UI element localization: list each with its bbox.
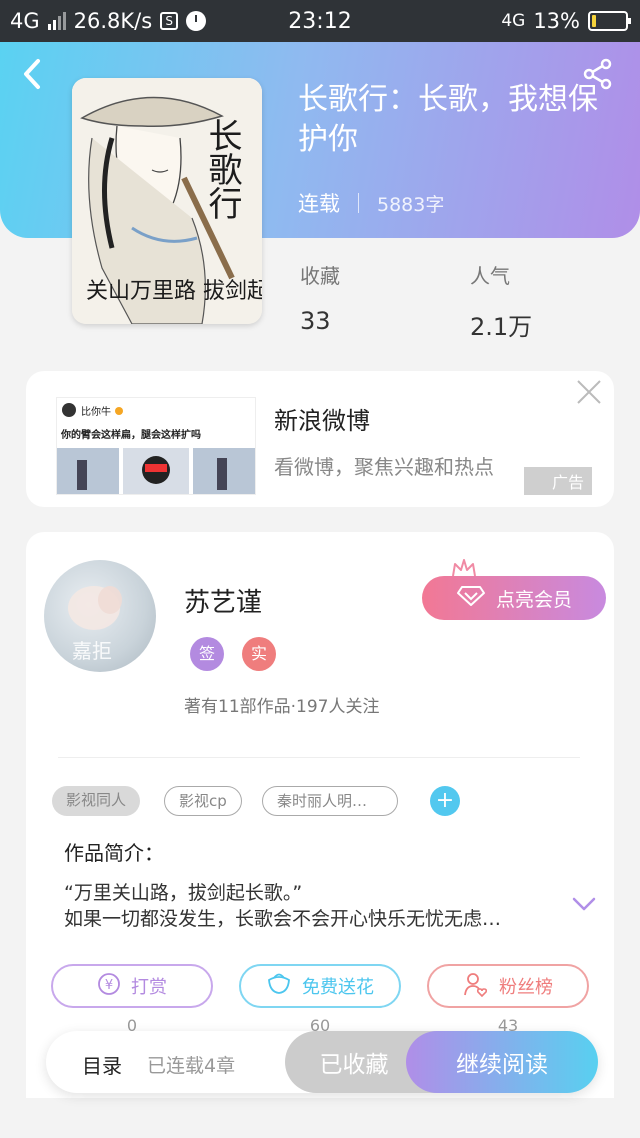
book-cover[interactable]: 长歌行 关山万里路 拔剑起长歌: [72, 78, 262, 324]
send-flower-button[interactable]: 免费送花: [239, 964, 401, 1008]
intro-line-1: “万里关山路，拔剑起长歌。”: [64, 882, 303, 904]
tag-chip[interactable]: 影视cp: [164, 786, 242, 816]
fan-rank-label: 粉丝榜: [499, 977, 553, 998]
add-tag-button[interactable]: +: [430, 786, 460, 816]
favorites-label: 收藏: [300, 264, 340, 288]
book-meta: 连载 5883字: [298, 188, 444, 218]
vip-label: 点亮会员: [495, 588, 572, 611]
chapter-count: 已连载4章: [147, 1055, 236, 1077]
avatar[interactable]: 嘉拒: [44, 560, 156, 672]
book-status: 连载: [298, 192, 340, 216]
cover-subtitle: 关山万里路 拔剑起长歌: [86, 279, 262, 304]
ad-card[interactable]: 比你牛 你的臂会这样扁，腿会这样扩吗 新浪微博 看微博，聚焦兴趣和热点 广告: [26, 371, 614, 507]
fan-icon: [463, 971, 489, 1002]
bottom-sheet: [0, 1098, 640, 1138]
flower-icon: [266, 972, 292, 1001]
continue-reading-button[interactable]: 继续阅读: [406, 1031, 598, 1093]
real-badge: 实: [242, 637, 276, 671]
author-stats: 著有11部作品·197人关注: [184, 697, 380, 717]
fan-rank-button[interactable]: 粉丝榜: [427, 964, 589, 1008]
vip-button[interactable]: 点亮会员: [422, 576, 606, 620]
toc-button[interactable]: 目录: [82, 1050, 122, 1079]
popularity-value: 2.1万: [470, 313, 533, 341]
diamond-icon: [456, 585, 486, 612]
author-name[interactable]: 苏艺谨: [184, 582, 262, 619]
avatar-text: 嘉拒: [72, 639, 112, 663]
chevron-down-icon[interactable]: [572, 896, 596, 912]
divider: [58, 757, 580, 758]
tag-chip[interactable]: 秦时丽人明…: [262, 786, 398, 816]
favorites-value: 33: [300, 307, 331, 335]
intro-title: 作品简介：: [64, 841, 164, 865]
popularity-stat: 人气 2.1万: [470, 260, 532, 342]
send-flower-label: 免费送花: [302, 977, 374, 998]
battery-percent: 13%: [533, 9, 580, 33]
yen-icon: ¥: [97, 972, 121, 1001]
reward-button[interactable]: ¥ 打赏: [51, 964, 213, 1008]
sign-badge: 签: [190, 637, 224, 671]
status-bar: 4G 26.8K/s S 23:12 4G 13%: [0, 0, 640, 42]
cover-title: 长歌行: [202, 118, 242, 220]
tag-chip[interactable]: 影视同人: [52, 786, 141, 816]
ad-tag-label: 广告: [551, 473, 584, 492]
ad-title[interactable]: 新浪微博: [274, 401, 370, 436]
favorites-stat: 收藏 33: [300, 260, 340, 335]
ad-tag: 广告: [523, 467, 592, 495]
book-title: 长歌行：长歌，我想保护你: [298, 82, 598, 157]
ad-image[interactable]: 比你牛 你的臂会这样扁，腿会这样扩吗: [56, 397, 256, 495]
ad-image-user: 比你牛: [81, 405, 111, 418]
favorited-label: 已收藏: [319, 1052, 389, 1078]
battery-fill: [592, 15, 597, 27]
word-count: 5883字: [377, 193, 445, 216]
svg-text:¥: ¥: [105, 978, 113, 993]
ad-description: 看微博，聚焦兴趣和热点: [274, 455, 494, 479]
popularity-label: 人气: [470, 264, 510, 288]
close-icon[interactable]: [576, 379, 602, 405]
reward-label: 打赏: [131, 977, 167, 998]
battery-icon: [588, 11, 631, 31]
meta-divider: [358, 193, 359, 213]
intro-text: “万里关山路，拔剑起长歌。” 如果一切都没发生，长歌会不会开心快乐无忧无虑…: [64, 880, 564, 932]
ad-image-caption: 你的臂会这样扁，腿会这样扩吗: [60, 428, 201, 441]
intro-line-2: 如果一切都没发生，长歌会不会开心快乐无忧无虑…: [64, 908, 502, 930]
continue-reading-label: 继续阅读: [456, 1052, 548, 1078]
network-right-label: 4G: [501, 11, 526, 31]
back-icon[interactable]: [22, 58, 42, 98]
